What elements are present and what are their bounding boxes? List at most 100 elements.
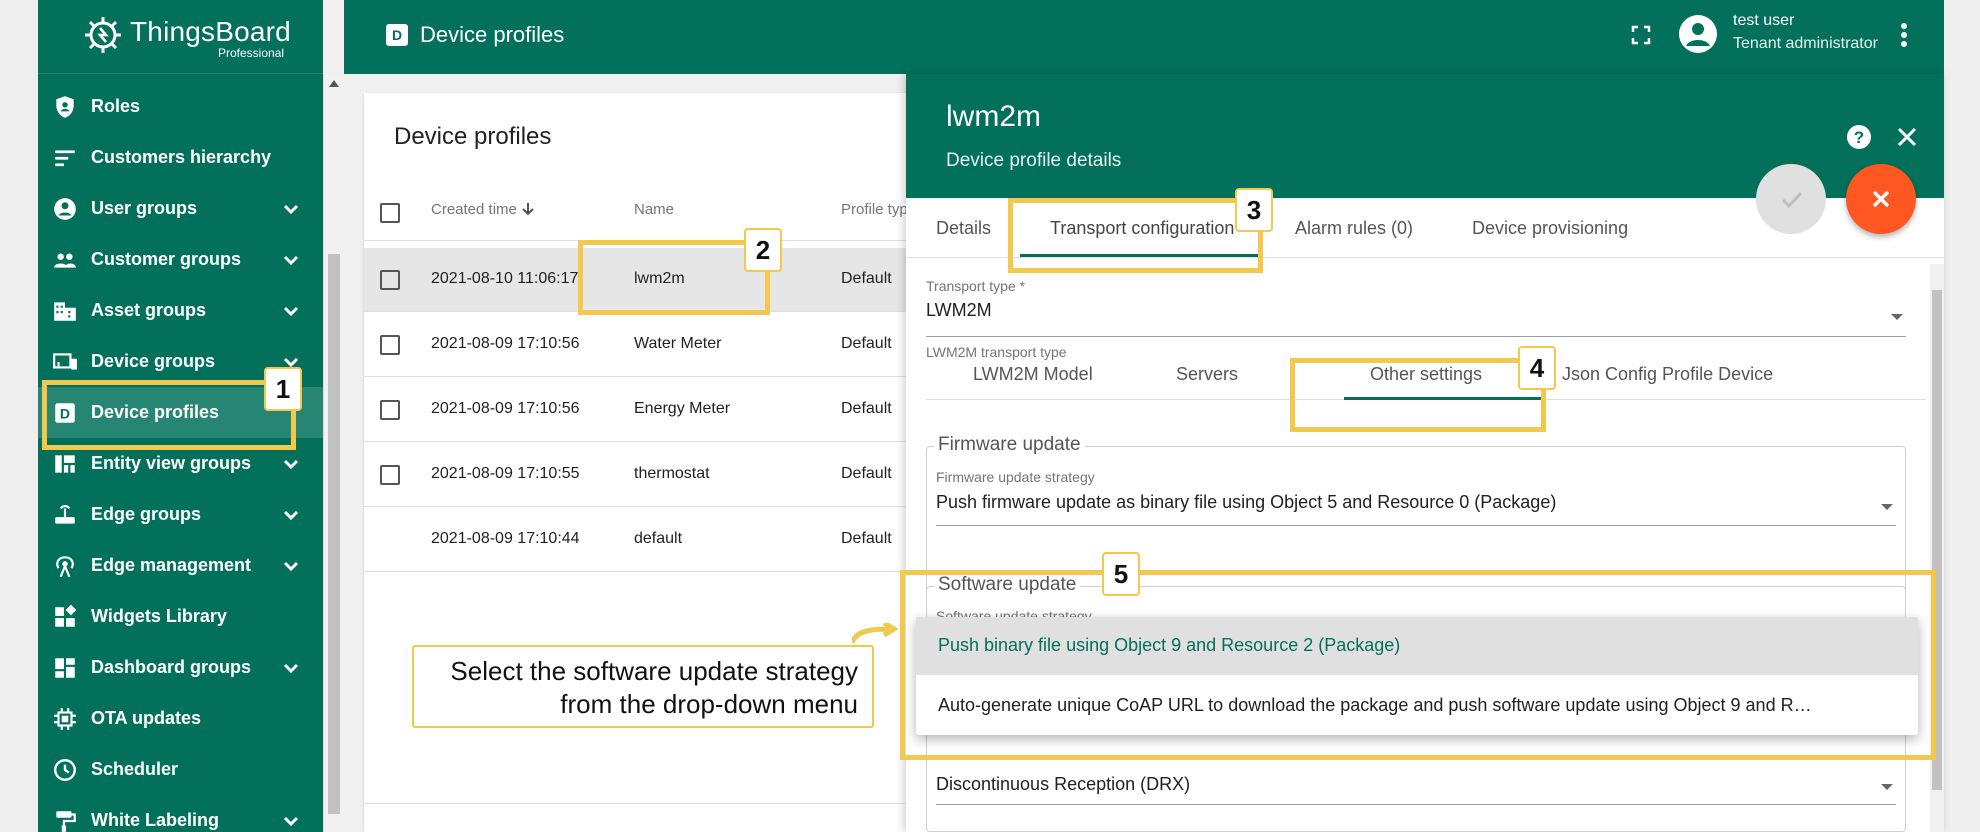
logo-name: ThingsBoard xyxy=(130,16,291,47)
account-circle-icon xyxy=(54,198,76,220)
power-mode-select[interactable]: Discontinuous Reception (DRX) xyxy=(936,774,1190,795)
people-icon xyxy=(54,253,76,268)
dropdown-caret-icon[interactable] xyxy=(1891,314,1903,320)
tab-lwm2m-model[interactable]: LWM2M Model xyxy=(973,364,1093,385)
devices-icon xyxy=(53,353,77,370)
cell-profile-type: Default xyxy=(841,335,892,352)
outer-background-right xyxy=(1944,0,1980,832)
cell-name: Energy Meter xyxy=(634,400,731,417)
column-header-name[interactable]: Name xyxy=(634,201,674,218)
column-header-profile-type[interactable]: Profile typ xyxy=(841,201,908,218)
highlight-box-3 xyxy=(1008,198,1263,273)
step-badge-1: 1 xyxy=(264,367,302,411)
arrow-down-icon xyxy=(522,203,534,216)
sidebar-item-roles[interactable]: Roles xyxy=(38,81,323,132)
column-header-label: Created time xyxy=(431,201,517,218)
sidebar-item-label: Device groups xyxy=(91,351,216,371)
dropdown-caret-icon[interactable] xyxy=(1881,504,1893,510)
chevron-down-icon[interactable] xyxy=(281,199,301,219)
sidebar-item-dashboard-groups[interactable]: Dashboard groups xyxy=(38,642,323,693)
sidebar-item-label: User groups xyxy=(91,198,198,218)
highlight-box-2 xyxy=(578,240,770,315)
sidebar-item-label: Roles xyxy=(91,96,141,116)
select-all-checkbox[interactable] xyxy=(380,203,400,223)
sidebar-item-label: Widgets Library xyxy=(91,606,227,626)
sidebar-item-label: Scheduler xyxy=(91,759,179,779)
table-row[interactable]: 2021-08-09 17:10:56 Water Meter Default xyxy=(364,313,924,377)
highlight-box-4 xyxy=(1290,358,1546,432)
table-row[interactable]: 2021-08-09 17:10:55 thermostat Default xyxy=(364,443,924,507)
logo[interactable]: ThingsBoard Professional xyxy=(38,0,323,74)
cell-name: thermostat xyxy=(634,465,710,482)
router-icon xyxy=(55,504,75,524)
firmware-update-legend: Firmware update xyxy=(934,434,1085,456)
cell-created-time: 2021-08-09 17:10:56 xyxy=(431,335,580,352)
scroll-up-arrow-icon[interactable] xyxy=(329,80,339,87)
tab-servers[interactable]: Servers xyxy=(1176,364,1238,385)
sidebar-scrollbar-thumb[interactable] xyxy=(328,254,340,814)
view-quilt-icon xyxy=(55,455,75,473)
tab-details[interactable]: Details xyxy=(936,218,991,239)
svg-text:?: ? xyxy=(1854,128,1864,147)
apply-changes-button[interactable] xyxy=(1756,164,1826,234)
avatar[interactable] xyxy=(1678,14,1718,54)
cell-profile-type: Default xyxy=(841,270,892,287)
table-row[interactable]: 2021-08-09 17:10:56 Energy Meter Default xyxy=(364,378,924,442)
user-name[interactable]: test user xyxy=(1733,12,1794,30)
more-vert-icon[interactable] xyxy=(1900,22,1908,48)
sidebar-item-ota-updates[interactable]: OTA updates xyxy=(38,693,323,744)
sidebar-item-label: Dashboard groups xyxy=(91,657,252,677)
sidebar-item-label: OTA updates xyxy=(91,708,202,728)
sidebar-item-edge-groups[interactable]: Edge groups xyxy=(38,489,323,540)
sidebar-item-label: Edge management xyxy=(91,555,252,575)
row-checkbox[interactable] xyxy=(380,270,400,290)
panel-subtitle: Device profile details xyxy=(946,150,1122,171)
user-role: Tenant administrator xyxy=(1733,35,1878,52)
cell-profile-type: Default xyxy=(841,400,892,417)
help-icon[interactable]: ? xyxy=(1846,124,1872,150)
device-profile-icon: D xyxy=(386,24,408,46)
chevron-down-icon[interactable] xyxy=(281,505,301,525)
chevron-down-icon[interactable] xyxy=(281,658,301,678)
sidebar-item-scheduler[interactable]: Scheduler xyxy=(38,744,323,795)
fullscreen-icon[interactable] xyxy=(1630,24,1652,46)
cell-name: default xyxy=(634,530,683,547)
sidebar-item-asset-groups[interactable]: Asset groups xyxy=(38,285,323,336)
firmware-strategy-select[interactable]: Push firmware update as binary file usin… xyxy=(936,492,1556,513)
row-checkbox[interactable] xyxy=(380,465,400,485)
field-underline xyxy=(936,525,1896,526)
cancel-edit-button[interactable] xyxy=(1846,164,1916,234)
thingsboard-logo-icon xyxy=(85,17,121,53)
chevron-down-icon[interactable] xyxy=(281,301,301,321)
top-bar: D Device profiles test user Tenant admin… xyxy=(344,0,1944,74)
callout-instruction: Select the software update strategy from… xyxy=(412,645,874,728)
cell-profile-type: Default xyxy=(841,465,892,482)
sidebar-item-user-groups[interactable]: User groups xyxy=(38,183,323,234)
table-title: Device profiles xyxy=(394,123,552,150)
sidebar-item-edge-management[interactable]: Edge management xyxy=(38,540,323,591)
transport-type-select[interactable]: LWM2M xyxy=(926,300,992,321)
sidebar-item-label: White Labeling xyxy=(91,810,219,830)
shield-icon xyxy=(56,96,74,118)
sidebar-item-label: Edge groups xyxy=(91,504,202,524)
sidebar-scrollbar[interactable] xyxy=(323,74,344,832)
chevron-down-icon[interactable] xyxy=(281,250,301,270)
close-icon[interactable] xyxy=(1896,126,1918,148)
sidebar-item-white-labeling[interactable]: White Labeling xyxy=(38,795,323,832)
memory-icon xyxy=(54,708,76,730)
row-checkbox[interactable] xyxy=(380,400,400,420)
chevron-down-icon[interactable] xyxy=(281,811,301,831)
row-checkbox[interactable] xyxy=(380,335,400,355)
sidebar-item-customer-groups[interactable]: Customer groups xyxy=(38,234,323,285)
column-header-created-time[interactable]: Created time xyxy=(431,201,535,218)
dropdown-caret-icon[interactable] xyxy=(1881,784,1893,790)
sidebar-item-customers-hierarchy[interactable]: Customers hierarchy xyxy=(38,132,323,183)
table-row[interactable]: 2021-08-09 17:10:44 default Default xyxy=(364,508,924,572)
step-badge-2: 2 xyxy=(744,228,782,272)
chevron-down-icon[interactable] xyxy=(281,556,301,576)
sidebar-item-widgets-library[interactable]: Widgets Library xyxy=(38,591,323,642)
tab-alarm-rules[interactable]: Alarm rules (0) xyxy=(1295,218,1413,239)
tab-json-config[interactable]: Json Config Profile Device xyxy=(1562,364,1773,385)
chevron-down-icon[interactable] xyxy=(281,454,301,474)
tab-device-provisioning[interactable]: Device provisioning xyxy=(1472,218,1628,239)
